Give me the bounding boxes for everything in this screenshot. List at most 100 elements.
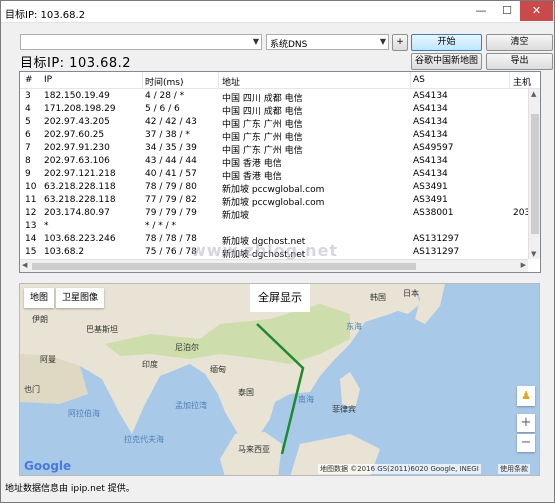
table-cell: 78 / 79 / 80 [145,182,197,192]
table-row[interactable]: 12 203.174.80.97 79 / 79 / 79 新加坡 AS38001 203 [20,207,540,221]
table-cell: 4 [25,104,31,114]
table-cell: 5 [25,117,31,127]
map-type-map[interactable]: 地图 [24,288,55,308]
col-header-index[interactable]: # [25,75,33,85]
map-type-satellite[interactable]: 卫星图像 [56,288,105,308]
zoom-out-button[interactable]: − [517,434,535,452]
zoom-in-button[interactable]: + [517,414,535,432]
table-cell: 77 / 79 / 82 [145,195,197,205]
map-label-iran: 伊朗 [32,315,48,324]
table-cell: 12 [25,208,37,218]
table-cell: 13 [25,221,37,231]
dns-select[interactable]: 系统DNS ▼ [266,34,389,50]
col-divider[interactable] [509,72,510,89]
table-cell: AS49597 [413,143,454,153]
table-row[interactable]: 10 63.218.228.118 78 / 79 / 80 新加坡 pccwglob… [20,181,540,195]
maximize-icon: ☐ [502,4,512,17]
table-cell: 202.97.121.218 [44,169,116,179]
table-cell: 34 / 35 / 39 [145,143,197,153]
add-button[interactable]: + [392,34,408,51]
table-cell: AS131297 [413,234,460,244]
map-label-laccadive: 拉克代夫海 [124,435,164,444]
scroll-up-icon[interactable]: ▲ [531,90,536,98]
map-label-east-sea: 东海 [346,322,362,331]
map-terms-link[interactable]: 使用条款 [498,464,530,474]
map-canvas[interactable] [20,284,540,476]
title-bar: 目标IP: 103.68.2 — ☐ ✕ [1,1,554,23]
table-row[interactable]: 11 63.218.228.118 77 / 79 / 82 新加坡 pccwglob… [20,194,540,208]
map-label-thailand: 泰国 [238,388,254,397]
table-row[interactable]: 5 202.97.43.205 42 / 42 / 43 中国 广东 广州 电信 AS4… [20,116,540,130]
watermark: www.zblog.net [191,241,339,260]
table-cell: 202.97.43.205 [44,117,110,127]
table-cell: 5 / 6 / 6 [145,104,180,114]
window-title: 目标IP: 103.68.2 [5,6,116,21]
col-header-address[interactable]: 地址 [222,75,240,88]
table-cell: AS4134 [413,169,448,179]
table-row[interactable]: 9 202.97.121.218 40 / 41 / 57 中国 香港 电信 AS413… [20,168,540,182]
ip-mask [131,57,160,70]
table-cell: AS131297 [413,247,460,257]
map-label-philippines: 菲律宾 [332,405,356,414]
table-cell: 202.97.60.25 [44,130,105,140]
table-row[interactable]: 6 202.97.60.25 37 / 38 / * 中国 广东 广州 电信 AS413… [20,129,540,143]
table-cell: 202.97.91.230 [44,143,110,153]
vertical-scrollbar[interactable]: ▲ ▼ [528,89,540,259]
chevron-down-icon: ▼ [252,37,259,46]
title-mask [85,10,116,20]
table-cell: 79 / 79 / 79 [145,208,197,218]
street-view-pegman-icon[interactable]: ♟ [517,386,535,406]
export-button[interactable]: 导出 [486,53,553,70]
host-input[interactable]: ▼ [20,34,262,50]
table-cell: AS4134 [413,130,448,140]
col-header-host[interactable]: 主机 [513,75,531,88]
fullscreen-button[interactable]: 全屏显示 [250,284,310,312]
table-cell: 15 [25,247,37,257]
table-row[interactable]: 4 171.208.198.29 5 / 6 / 6 中国 四川 成都 电信 AS413… [20,103,540,117]
minimize-button[interactable]: — [468,1,494,21]
table-cell: AS4134 [413,104,448,114]
maximize-button[interactable]: ☐ [494,1,520,21]
table-row[interactable]: 3 182.150.19.49 4 / 28 / * 中国 四川 成都 电信 AS413… [20,90,540,104]
scroll-right-icon[interactable]: ▶ [521,261,526,269]
col-header-ip[interactable]: IP [44,75,52,85]
close-button[interactable]: ✕ [520,1,553,21]
map-view[interactable]: 地图 卫星图像 全屏显示 韩国 日本 东海 巴基斯坦 尼泊尔 印度 缅甸 泰国 … [19,283,540,476]
table-cell: 42 / 42 / 43 [145,117,197,127]
google-map-button[interactable]: 谷歌中国新地图 [411,53,482,70]
main-window: 目标IP: 103.68.2 — ☐ ✕ ▼ 系统DNS ▼ + 开始 清空 谷… [0,0,555,503]
col-divider[interactable] [142,72,143,89]
map-label-bengal: 孟加拉湾 [175,401,207,410]
col-header-time[interactable]: 时间(ms) [145,75,183,88]
start-button[interactable]: 开始 [411,34,482,51]
scroll-left-icon[interactable]: ◀ [22,261,27,269]
map-label-pakistan: 巴基斯坦 [86,325,118,334]
table-cell: 103.68.223.246 [44,234,116,244]
table-cell: * / * / * [145,221,177,231]
scroll-thumb[interactable] [531,114,539,234]
map-label-malaysia: 马来西亚 [238,445,270,454]
table-cell: 14 [25,234,37,244]
col-divider[interactable] [218,72,219,89]
table-cell: * [44,221,49,231]
table-row[interactable]: 8 202.97.63.106 43 / 44 / 44 中国 香港 电信 AS4134 [20,155,540,169]
status-footer: 地址数据信息由 ipip.net 提供。 [5,484,135,494]
clear-button[interactable]: 清空 [486,34,553,51]
table-cell: 171.208.198.29 [44,104,116,114]
col-divider[interactable] [410,72,411,89]
minimize-icon: — [475,4,487,17]
scroll-thumb-horizontal[interactable] [32,263,416,270]
table-row[interactable]: 13 * * / * / * [20,220,540,233]
table-cell: 11 [25,195,37,205]
map-label-korea: 韩国 [370,293,386,302]
scroll-down-icon[interactable]: ▼ [531,250,536,258]
col-header-as[interactable]: AS [413,75,425,85]
table-cell: 43 / 44 / 44 [145,156,197,166]
table-cell: AS4134 [413,117,448,127]
table-cell: 37 / 38 / * [145,130,190,140]
table-cell: 8 [25,156,31,166]
table-cell: AS3491 [413,182,448,192]
horizontal-scrollbar[interactable]: ◀ ▶ [20,259,528,272]
table-row[interactable]: 7 202.97.91.230 34 / 35 / 39 中国 广东 广州 电信 AS4… [20,142,540,156]
table-cell: 40 / 41 / 57 [145,169,197,179]
